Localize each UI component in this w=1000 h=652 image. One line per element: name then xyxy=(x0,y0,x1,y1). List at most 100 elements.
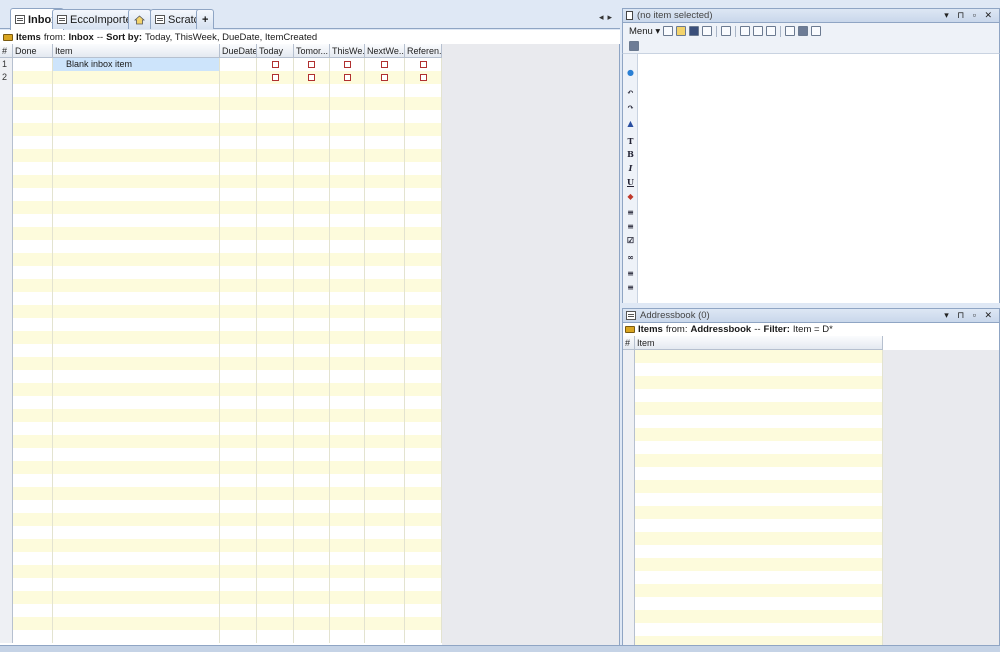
col-thisweek-cell[interactable] xyxy=(330,188,365,201)
col-reference-cell[interactable] xyxy=(405,422,442,435)
row-number-cell[interactable] xyxy=(0,201,13,214)
col-nextweek-header[interactable]: NextWe... xyxy=(365,44,405,58)
row-number-cell[interactable] xyxy=(0,513,13,526)
col-done-cell[interactable] xyxy=(13,279,53,292)
item-cell[interactable] xyxy=(53,578,220,591)
col-done-cell[interactable] xyxy=(13,292,53,305)
col-duedate-cell[interactable] xyxy=(220,279,257,292)
row-number-cell[interactable] xyxy=(623,441,635,454)
table-row[interactable] xyxy=(0,253,442,266)
row-number-cell[interactable] xyxy=(0,97,13,110)
col-done-cell[interactable] xyxy=(13,604,53,617)
table-row[interactable] xyxy=(0,396,442,409)
col-nextweek-cell[interactable] xyxy=(365,344,405,357)
col-thisweek-cell[interactable] xyxy=(330,435,365,448)
col-tomorrow-cell[interactable] xyxy=(294,370,330,383)
item-cell[interactable] xyxy=(635,441,883,454)
row-number-cell[interactable] xyxy=(0,409,13,422)
item-cell[interactable]: Blank inbox item xyxy=(53,58,220,71)
item-cell[interactable] xyxy=(53,487,220,500)
checkbox-icon[interactable]: ☑ xyxy=(626,236,635,244)
col-reference-cell[interactable] xyxy=(405,474,442,487)
col-today-cell[interactable] xyxy=(257,84,294,97)
col-done-cell[interactable] xyxy=(13,97,53,110)
col-number-header[interactable]: # xyxy=(0,44,13,58)
col-reference-cell[interactable] xyxy=(405,71,442,84)
item-cell[interactable] xyxy=(53,526,220,539)
col-today-cell[interactable] xyxy=(257,422,294,435)
col-thisweek-cell[interactable] xyxy=(330,422,365,435)
col-nextweek-cell[interactable] xyxy=(365,422,405,435)
table-row[interactable] xyxy=(623,584,883,597)
col-thisweek-cell[interactable] xyxy=(330,396,365,409)
item-cell[interactable] xyxy=(635,584,883,597)
item-cell[interactable] xyxy=(53,500,220,513)
table-row[interactable] xyxy=(0,591,442,604)
col-today-cell[interactable] xyxy=(257,214,294,227)
table-row[interactable] xyxy=(623,350,883,363)
item-cell[interactable] xyxy=(53,110,220,123)
col-reference-cell[interactable] xyxy=(405,58,442,71)
col-tomorrow-cell[interactable] xyxy=(294,513,330,526)
col-duedate-cell[interactable] xyxy=(220,227,257,240)
col-duedate-cell[interactable] xyxy=(220,71,257,84)
col-nextweek-cell[interactable] xyxy=(365,240,405,253)
col-thisweek-cell[interactable] xyxy=(330,357,365,370)
col-tomorrow-cell[interactable] xyxy=(294,227,330,240)
col-tomorrow-cell[interactable] xyxy=(294,422,330,435)
table-row[interactable] xyxy=(0,214,442,227)
item-cell[interactable] xyxy=(53,162,220,175)
col-reference-cell[interactable] xyxy=(405,526,442,539)
col-done-cell[interactable] xyxy=(13,591,53,604)
col-nextweek-cell[interactable] xyxy=(365,331,405,344)
new-document-icon[interactable] xyxy=(663,26,674,36)
col-today-cell[interactable] xyxy=(257,539,294,552)
row-number-cell[interactable] xyxy=(623,376,635,389)
col-nextweek-cell[interactable] xyxy=(365,565,405,578)
table-row[interactable]: 1 Blank inbox item xyxy=(0,58,442,71)
checkbox-icon[interactable] xyxy=(271,61,279,68)
table-row[interactable] xyxy=(623,441,883,454)
col-thisweek-cell[interactable] xyxy=(330,149,365,162)
table-row[interactable] xyxy=(0,266,442,279)
table-row[interactable] xyxy=(0,331,442,344)
col-duedate-cell[interactable] xyxy=(220,162,257,175)
col-done-cell[interactable] xyxy=(13,552,53,565)
col-reference-cell[interactable] xyxy=(405,591,442,604)
col-tomorrow-cell[interactable] xyxy=(294,331,330,344)
col-reference-cell[interactable] xyxy=(405,565,442,578)
table-row[interactable] xyxy=(0,383,442,396)
row-number-cell[interactable] xyxy=(0,630,13,643)
item-cell[interactable] xyxy=(53,214,220,227)
col-reference-cell[interactable] xyxy=(405,409,442,422)
col-nextweek-cell[interactable] xyxy=(365,578,405,591)
col-tomorrow-cell[interactable] xyxy=(294,305,330,318)
col-tomorrow-cell[interactable] xyxy=(294,279,330,292)
row-number-cell[interactable] xyxy=(0,227,13,240)
col-reference-cell[interactable] xyxy=(405,188,442,201)
col-thisweek-cell[interactable] xyxy=(330,474,365,487)
col-reference-cell[interactable] xyxy=(405,292,442,305)
col-duedate-cell[interactable] xyxy=(220,292,257,305)
item-cell[interactable] xyxy=(53,357,220,370)
col-done-cell[interactable] xyxy=(13,136,53,149)
table-row[interactable] xyxy=(0,357,442,370)
table-row[interactable] xyxy=(0,175,442,188)
row-number-cell[interactable] xyxy=(0,149,13,162)
item-cell[interactable] xyxy=(635,467,883,480)
row-number-cell[interactable] xyxy=(0,552,13,565)
col-tomorrow-cell[interactable] xyxy=(294,396,330,409)
col-duedate-cell[interactable] xyxy=(220,136,257,149)
checkbox-icon[interactable] xyxy=(271,74,279,81)
row-number-cell[interactable] xyxy=(623,506,635,519)
table-row[interactable] xyxy=(0,344,442,357)
col-done-cell[interactable] xyxy=(13,162,53,175)
col-nextweek-cell[interactable] xyxy=(365,253,405,266)
col-thisweek-cell[interactable] xyxy=(330,370,365,383)
col-done-cell[interactable] xyxy=(13,266,53,279)
addressbook-grid[interactable]: # Item xyxy=(622,336,1000,645)
col-tomorrow-cell[interactable] xyxy=(294,539,330,552)
row-number-cell[interactable] xyxy=(623,558,635,571)
col-duedate-cell[interactable] xyxy=(220,630,257,643)
col-tomorrow-cell[interactable] xyxy=(294,526,330,539)
